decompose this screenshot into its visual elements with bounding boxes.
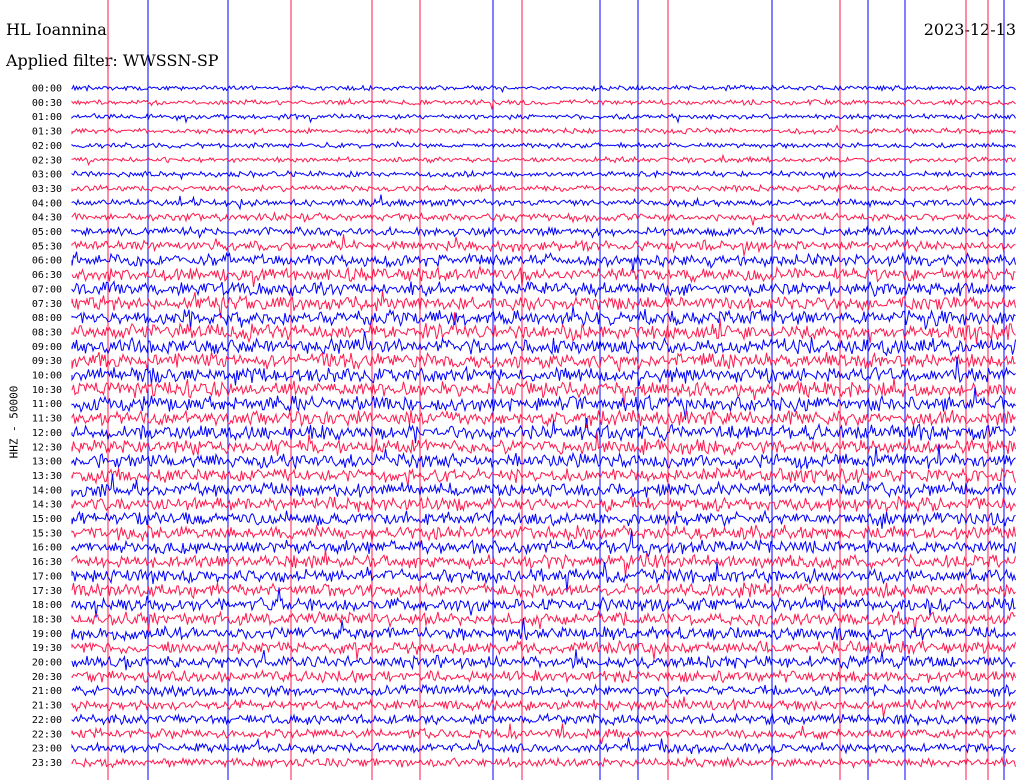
trace-0130 (71, 124, 1016, 136)
time-tick-label: 01:00 (32, 112, 62, 123)
time-tick-label: 00:30 (32, 98, 62, 109)
time-tick-label: 17:00 (32, 571, 62, 582)
time-tick-label: 21:00 (32, 686, 62, 697)
trace-1230 (71, 432, 1016, 456)
trace-1500 (71, 509, 1016, 529)
time-tick-label: 02:00 (32, 141, 62, 152)
trace-2330 (71, 755, 1016, 770)
time-tick-label: 16:30 (32, 557, 62, 568)
trace-0500 (71, 224, 1016, 239)
time-tick-label: 13:00 (32, 457, 62, 468)
trace-0330 (71, 183, 1016, 194)
trace-1330 (71, 466, 1016, 487)
trace-1530 (71, 524, 1016, 543)
trace-2100 (71, 683, 1016, 698)
time-tick-label: 18:00 (32, 600, 62, 611)
time-tick-label: 14:30 (32, 500, 62, 511)
time-tick-label: 10:30 (32, 385, 62, 396)
time-tick-label: 09:00 (32, 342, 62, 353)
trace-0230 (71, 153, 1016, 167)
trace-0630 (71, 264, 1016, 288)
time-tick-label: 01:30 (32, 127, 62, 138)
time-tick-label: 08:30 (32, 327, 62, 338)
time-tick-label: 16:00 (32, 543, 62, 554)
time-tick-label: 04:30 (32, 213, 62, 224)
time-tick-label: 10:00 (32, 371, 62, 382)
trace-1730 (71, 582, 1016, 600)
time-tick-label: 12:30 (32, 442, 62, 453)
seismogram-plot: 00:00 00:30 01:00 01:30 02:00 02:30 03:00 03:30… (32, 0, 1016, 780)
trace-1200 (71, 417, 1016, 444)
trace-0900 (71, 331, 1016, 357)
time-tick-label: 23:00 (32, 744, 62, 755)
trace-1000 (71, 357, 1016, 386)
trace-0700 (71, 280, 1016, 298)
time-tick-label: 19:00 (32, 629, 62, 640)
time-tick-label: 15:30 (32, 528, 62, 539)
trace-0600 (71, 251, 1016, 273)
time-tick-label: 00:00 (32, 84, 62, 95)
time-tick-label: 09:30 (32, 356, 62, 367)
trace-0430 (71, 211, 1016, 226)
trace-2200 (71, 712, 1016, 727)
time-tick-label: 05:30 (32, 241, 62, 252)
trace-0530 (71, 234, 1016, 256)
time-tick-label: 13:30 (32, 471, 62, 482)
trace-1400 (71, 474, 1016, 499)
trace-0030 (71, 97, 1016, 110)
trace-0200 (71, 140, 1016, 150)
time-tick-label: 05:00 (32, 227, 62, 238)
time-tick-label: 21:30 (32, 701, 62, 712)
time-tick-label: 15:00 (32, 514, 62, 525)
time-tick-label: 03:30 (32, 184, 62, 195)
time-tick-label: 18:30 (32, 614, 62, 625)
time-tick-label: 23:30 (32, 758, 62, 769)
trace-0100 (71, 112, 1016, 124)
trace-1430 (71, 495, 1016, 514)
time-tick-label: 11:30 (32, 414, 62, 425)
time-tick-label: 03:00 (32, 170, 62, 181)
time-tick-label: 19:30 (32, 643, 62, 654)
time-tick-label: 22:30 (32, 729, 62, 740)
trace-0400 (71, 194, 1016, 211)
trace-2000 (71, 649, 1016, 671)
time-tick-label: 07:00 (32, 284, 62, 295)
time-tick-label: 06:30 (32, 270, 62, 281)
time-tick-label: 07:30 (32, 299, 62, 310)
time-tick-label: 14:00 (32, 485, 62, 496)
time-tick-label: 06:00 (32, 256, 62, 267)
time-tick-label: 04:00 (32, 198, 62, 209)
time-tick-label: 22:00 (32, 715, 62, 726)
time-tick-label: 11:00 (32, 399, 62, 410)
trace-2230 (71, 723, 1016, 745)
trace-0300 (71, 169, 1016, 181)
time-tick-label: 08:00 (32, 313, 62, 324)
time-tick-label: 20:00 (32, 658, 62, 669)
trace-1830 (71, 609, 1016, 634)
trace-0800 (71, 306, 1016, 330)
trace-1130 (71, 409, 1016, 428)
trace-2030 (71, 668, 1016, 684)
time-tick-label: 02:30 (32, 155, 62, 166)
trace-0000 (71, 84, 1016, 94)
time-tick-label: 12:00 (32, 428, 62, 439)
trace-2300 (71, 737, 1016, 755)
time-tick-label: 20:30 (32, 672, 62, 683)
time-tick-label: 17:30 (32, 586, 62, 597)
trace-2130 (71, 696, 1016, 718)
